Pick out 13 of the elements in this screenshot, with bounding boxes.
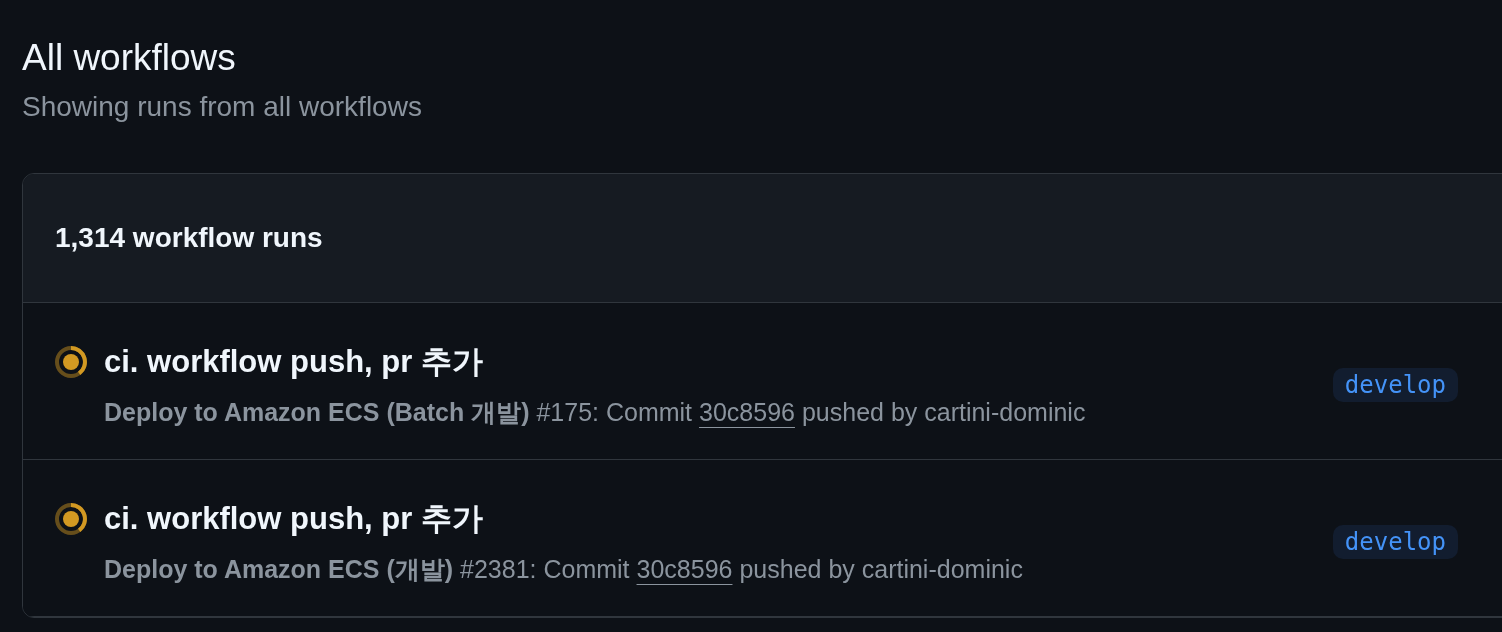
branch-tag[interactable]: develop [1332,368,1458,402]
run-count: 1,314 workflow runs [55,222,323,254]
run-description: Deploy to Amazon ECS (개발) #2381: Commit 30c8596 pushed by cartini-dominic [104,554,1023,585]
branch-tag[interactable]: develop [1332,525,1458,559]
run-title[interactable]: ci. workflow push, pr 추가 [104,499,483,539]
commit-link[interactable]: 30c8596 [636,555,733,583]
run-description: Deploy to Amazon ECS (Batch 개발) #175: Commit 30c8596 pushed by cartini-dominic [104,397,1086,428]
page-subtitle: Showing runs from all workflows [22,90,422,124]
run-title[interactable]: ci. workflow push, pr 추가 [104,342,483,382]
commit-link[interactable]: 30c8596 [699,398,795,426]
in-progress-icon [55,503,87,535]
in-progress-icon [55,346,87,378]
page-title: All workflows [22,36,236,80]
